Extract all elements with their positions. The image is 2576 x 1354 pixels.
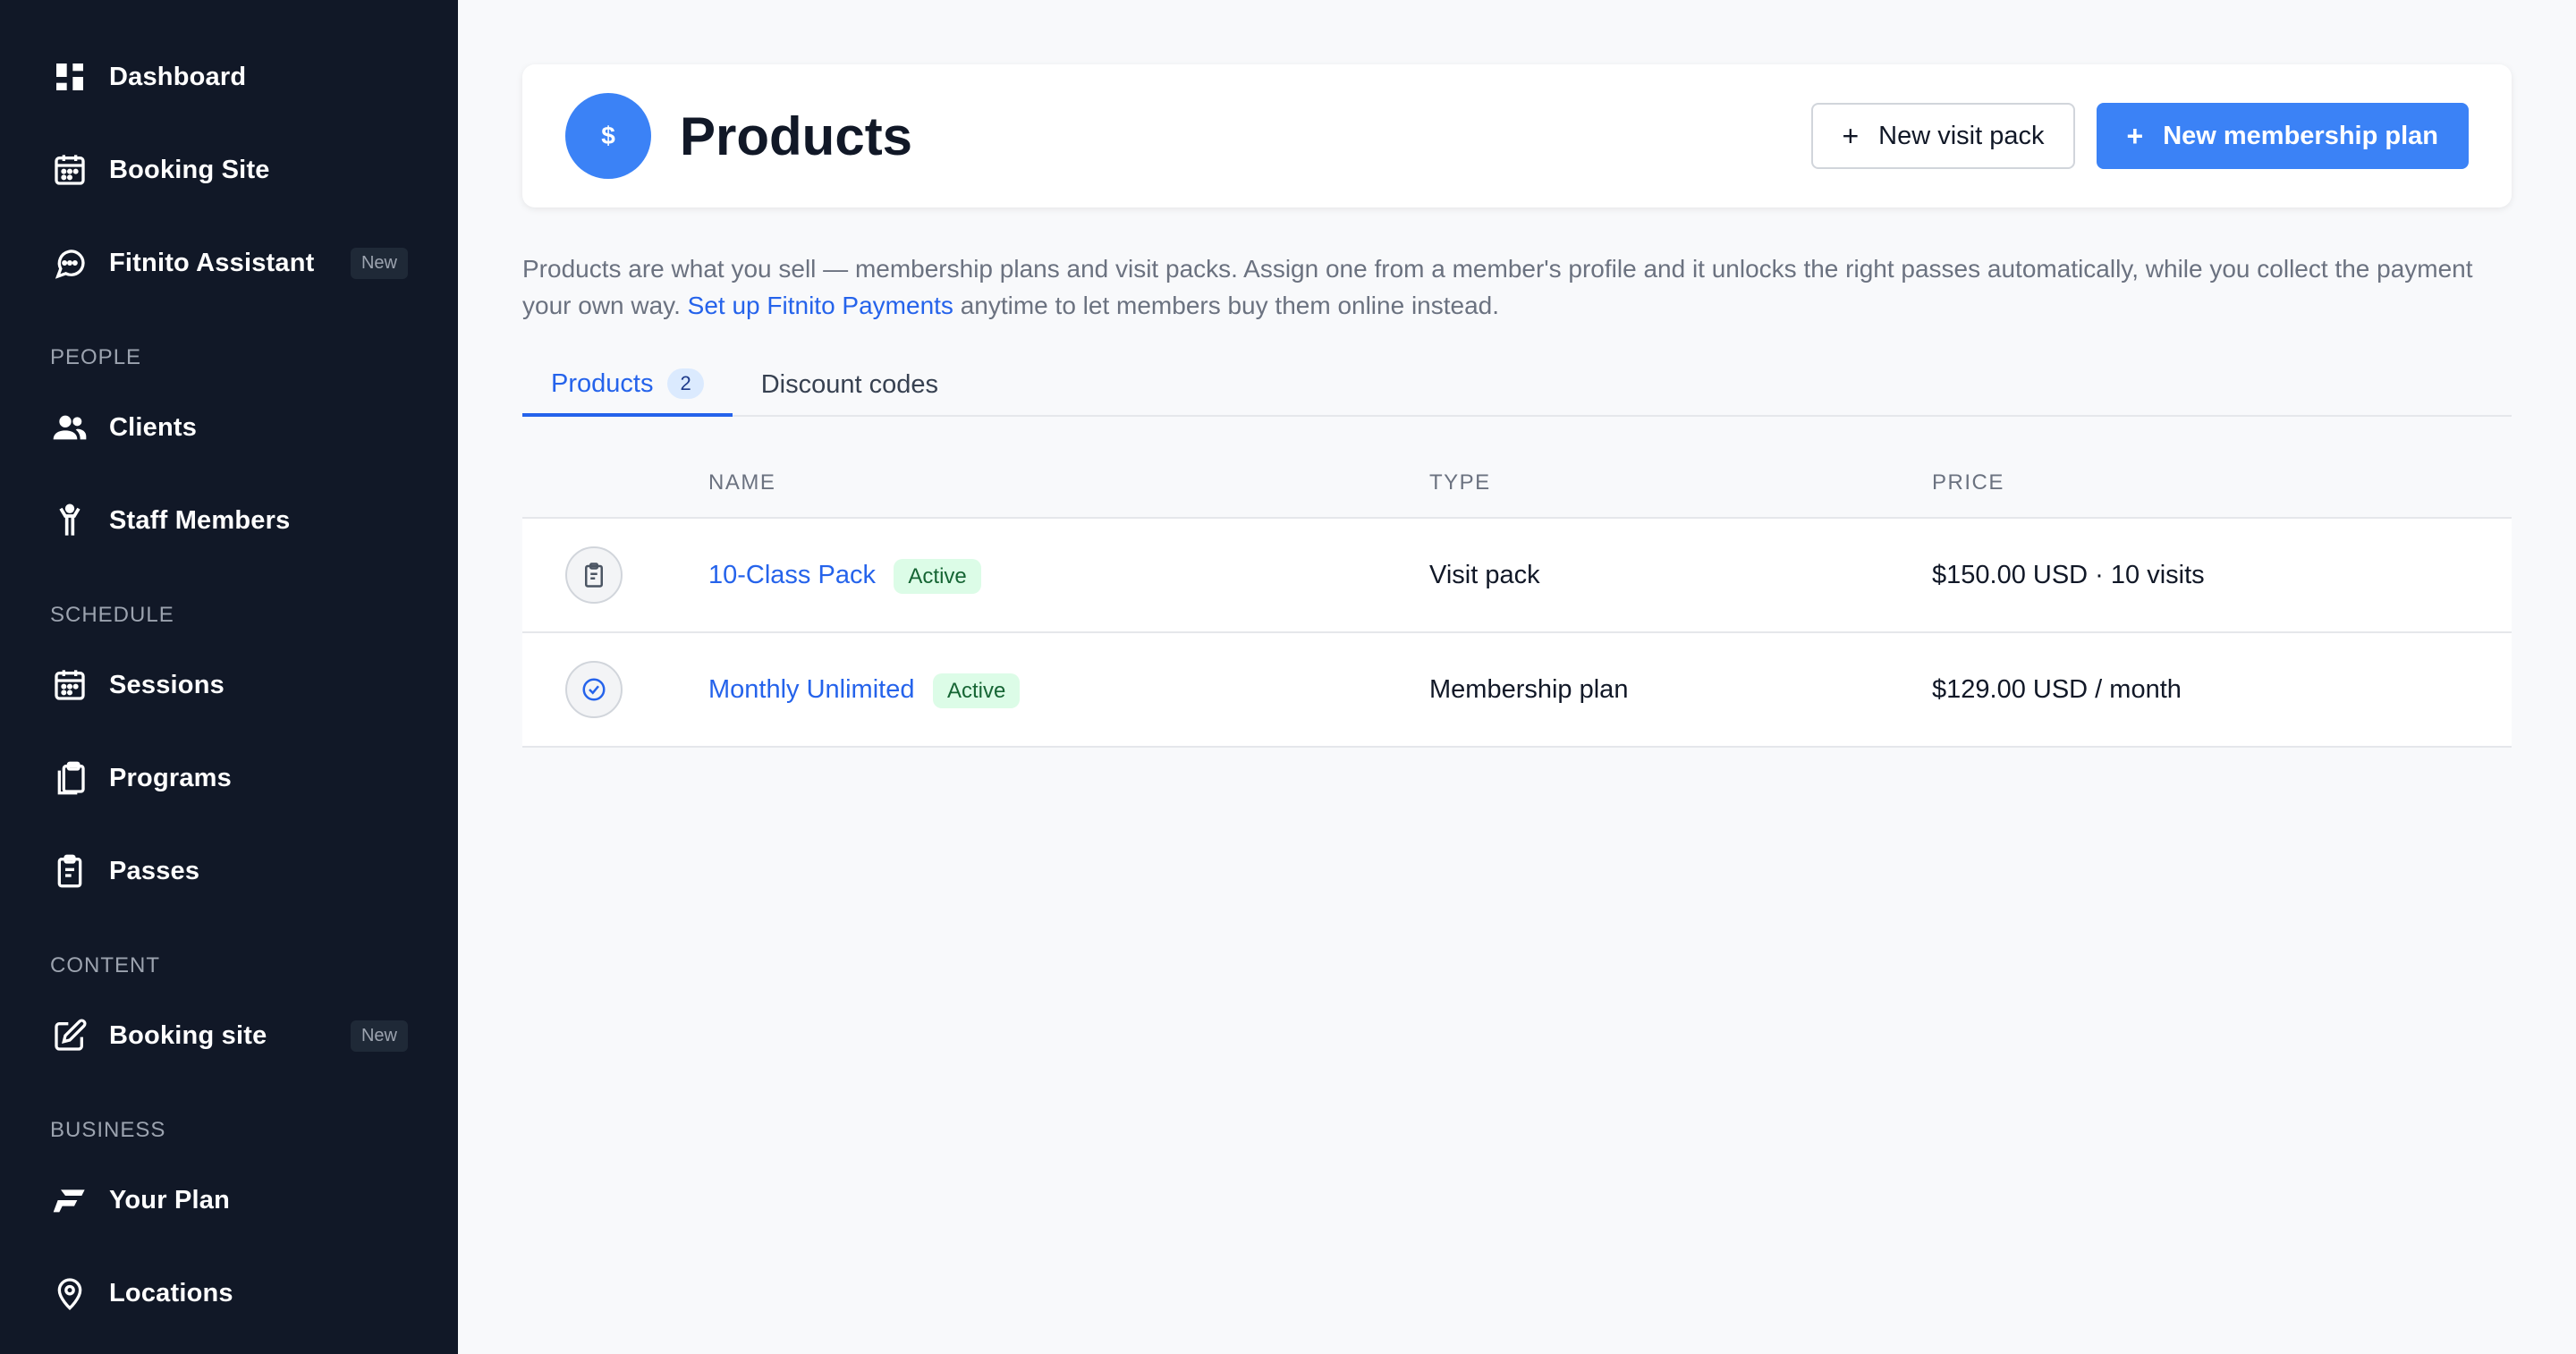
- product-name-link[interactable]: Monthly Unlimited: [708, 675, 914, 704]
- sidebar-item-label: Programs: [109, 763, 232, 792]
- calendar-icon: [50, 150, 89, 190]
- dashboard-icon: [50, 57, 89, 97]
- sidebar-item-label: Booking site: [109, 1020, 267, 1050]
- products-table: NAME TYPE PRICE 10-Class Pack Active Vis…: [522, 449, 2512, 748]
- clipboard-icon: [50, 851, 89, 891]
- new-membership-plan-label: New membership plan: [2163, 121, 2438, 150]
- tab-discount-codes[interactable]: Discount codes: [733, 354, 967, 415]
- sidebar: Dashboard Booking Site Fitnito Assistant…: [0, 0, 458, 1354]
- new-visit-pack-label: New visit pack: [1878, 121, 2045, 150]
- sidebar-item-dashboard[interactable]: Dashboard: [0, 30, 458, 123]
- page-description: Products are what you sell — membership …: [522, 250, 2512, 324]
- section-label-people: PEOPLE: [50, 345, 142, 369]
- row-icon-cell: [522, 546, 708, 604]
- section-label-business: BUSINESS: [50, 1118, 166, 1142]
- page-title: Products: [680, 106, 913, 166]
- sidebar-item-programs[interactable]: Programs: [0, 732, 458, 825]
- name-cell: Monthly Unlimited Active: [708, 673, 1429, 708]
- status-badge: Active: [894, 558, 981, 594]
- header-actions: + New visit pack + New membership plan: [1811, 103, 2469, 169]
- person-icon: [50, 501, 89, 540]
- type-cell: Visit pack: [1429, 560, 1540, 589]
- sidebar-item-booking-site-editor[interactable]: Booking site New: [0, 989, 458, 1082]
- users-icon: [50, 408, 89, 447]
- main-content: $ Products + New visit pack + New member…: [458, 0, 2576, 1354]
- plus-icon: +: [2126, 119, 2144, 152]
- calendar-icon: [50, 665, 89, 705]
- price-cell: $129.00 USD / month: [1932, 674, 2182, 704]
- description-text: anytime to let members buy them online i…: [953, 292, 1500, 319]
- type-cell: Membership plan: [1429, 674, 1629, 704]
- copy-icon: [50, 758, 89, 798]
- section-label-content: CONTENT: [50, 953, 160, 977]
- sidebar-item-clients[interactable]: Clients: [0, 381, 458, 474]
- tab-bar: Products 2 Discount codes: [522, 354, 2512, 417]
- sidebar-item-label: Passes: [109, 856, 200, 885]
- tab-products[interactable]: Products 2: [522, 354, 733, 417]
- sidebar-item-label: Sessions: [109, 670, 225, 699]
- page-header: $ Products + New visit pack + New member…: [522, 64, 2512, 207]
- sidebar-item-label: Your Plan: [109, 1185, 231, 1214]
- map-pin-icon: [50, 1274, 89, 1313]
- sidebar-item-label: Dashboard: [109, 62, 247, 91]
- new-membership-plan-button[interactable]: + New membership plan: [2096, 103, 2469, 169]
- table-row[interactable]: Monthly Unlimited Active Membership plan…: [522, 633, 2512, 748]
- app-root: Dashboard Booking Site Fitnito Assistant…: [0, 0, 2576, 1354]
- fitnito-logo-icon: [50, 1181, 89, 1220]
- sidebar-item-label: Booking Site: [109, 155, 270, 184]
- column-header-price: PRICE: [1932, 470, 2004, 495]
- sidebar-item-fitnito-assistant[interactable]: Fitnito Assistant New: [0, 216, 458, 309]
- plus-icon: +: [1842, 119, 1860, 152]
- sidebar-item-label: Clients: [109, 412, 198, 442]
- sidebar-item-your-plan[interactable]: Your Plan: [0, 1154, 458, 1247]
- new-badge: New: [350, 1020, 408, 1052]
- table-header: NAME TYPE PRICE: [522, 449, 2512, 519]
- count-badge: 2: [667, 368, 704, 399]
- clipboard-icon: [565, 546, 623, 604]
- new-visit-pack-button[interactable]: + New visit pack: [1811, 103, 2075, 169]
- section-label-schedule: SCHEDULE: [50, 603, 174, 627]
- check-circle-icon: [565, 661, 623, 718]
- sidebar-item-locations[interactable]: Locations: [0, 1247, 458, 1340]
- row-icon-cell: [522, 661, 708, 718]
- table-row[interactable]: 10-Class Pack Active Visit pack $150.00 …: [522, 519, 2512, 633]
- setup-payments-link[interactable]: Set up Fitnito Payments: [688, 292, 953, 319]
- sidebar-item-booking-site[interactable]: Booking Site: [0, 123, 458, 216]
- product-name-link[interactable]: 10-Class Pack: [708, 561, 876, 589]
- sidebar-item-label: Fitnito Assistant: [109, 248, 315, 277]
- dollar-icon: $: [565, 93, 651, 179]
- column-header-type: TYPE: [1429, 470, 1491, 495]
- new-badge: New: [350, 247, 408, 279]
- name-cell: 10-Class Pack Active: [708, 558, 1429, 594]
- sidebar-item-passes[interactable]: Passes: [0, 825, 458, 918]
- sidebar-item-label: Staff Members: [109, 505, 291, 535]
- chat-icon: [50, 243, 89, 283]
- edit-icon: [50, 1016, 89, 1055]
- tab-label: Products: [551, 368, 654, 398]
- status-badge: Active: [932, 673, 1021, 708]
- sidebar-item-label: Locations: [109, 1278, 233, 1307]
- sidebar-item-staff-members[interactable]: Staff Members: [0, 474, 458, 567]
- price-cell: $150.00 USD · 10 visits: [1932, 560, 2205, 589]
- sidebar-item-sessions[interactable]: Sessions: [0, 639, 458, 732]
- column-header-name: NAME: [708, 470, 776, 495]
- tab-label: Discount codes: [760, 369, 938, 399]
